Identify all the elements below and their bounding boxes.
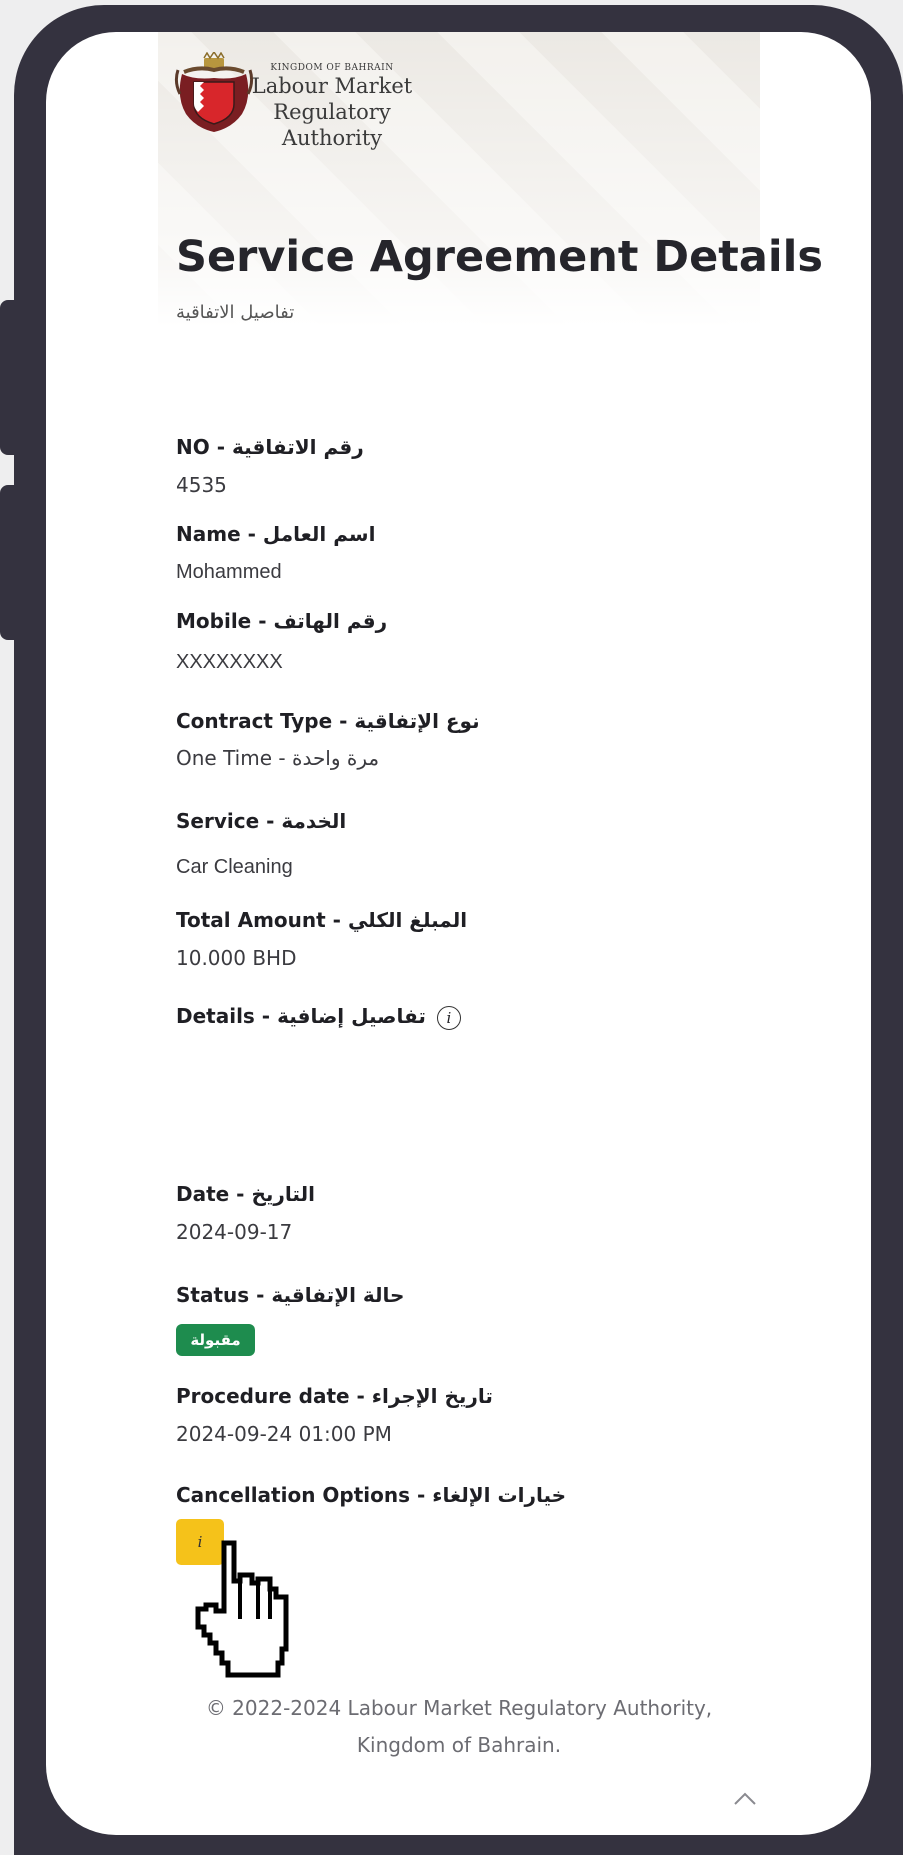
- service-value: Car Cleaning: [176, 856, 293, 878]
- details-label: Details - تفاصيل إضافية: [176, 1004, 426, 1028]
- footer: © 2022-2024 Labour Market Regulatory Aut…: [158, 1690, 760, 1764]
- chevron-up-icon[interactable]: [730, 1784, 760, 1814]
- agreement-no-label: NO - رقم الاتفاقية: [176, 435, 364, 459]
- date-label: Date - التاريخ: [176, 1182, 315, 1206]
- cancellation-options-label: Cancellation Options - خيارات الإلغاء: [176, 1483, 567, 1507]
- name-label: Name - اسم العامل: [176, 522, 376, 546]
- phone-side-button-lower: [0, 485, 18, 640]
- mobile-label: Mobile - رقم الهاتف: [176, 609, 388, 633]
- contract-type-label: Contract Type - نوع الإتفاقية: [176, 709, 480, 733]
- status-badge: مقبولة: [176, 1324, 255, 1356]
- page-title: Service Agreement Details: [176, 232, 823, 282]
- page-subtitle: تفاصيل الاتفاقية: [176, 302, 295, 323]
- phone-screen: KINGDOM OF BAHRAIN Labour Market Regulat…: [46, 32, 871, 1835]
- name-value: Mohammed: [176, 561, 282, 583]
- procedure-date-label: Procedure date - تاريخ الإجراء: [176, 1384, 493, 1408]
- phone-side-button-upper: [0, 300, 18, 455]
- footer-country: Kingdom of Bahrain.: [356, 1733, 562, 1757]
- org-name-line2: Regulatory Authority: [273, 100, 391, 150]
- contract-type-value: One Time - مرة واحدة: [176, 746, 380, 770]
- agreement-no-value: 4535: [176, 473, 227, 497]
- date-value: 2024-09-17: [176, 1220, 293, 1244]
- org-name-line1: Labour Market: [251, 74, 413, 98]
- details-label-row: Details - تفاصيل إضافية i: [176, 1004, 461, 1030]
- total-amount-value: 10.000 BHD: [176, 946, 297, 970]
- procedure-date-value: 2024-09-24 01:00 PM: [176, 1422, 392, 1446]
- org-kingdom: KINGDOM OF BAHRAIN: [270, 63, 394, 73]
- mobile-value: XXXXXXXX: [176, 651, 283, 673]
- hand-pointer-cursor-icon: [195, 1540, 289, 1678]
- footer-copyright: © 2022-2024 Labour Market Regulatory Aut…: [205, 1696, 713, 1720]
- page-content: KINGDOM OF BAHRAIN Labour Market Regulat…: [158, 32, 823, 1835]
- org-name: KINGDOM OF BAHRAIN Labour Market Regulat…: [232, 63, 432, 151]
- status-label: Status - حالة الإتفاقية: [176, 1283, 405, 1307]
- info-circle-icon[interactable]: i: [436, 1005, 461, 1030]
- page-header: KINGDOM OF BAHRAIN Labour Market Regulat…: [158, 32, 823, 327]
- service-label: Service - الخدمة: [176, 809, 347, 833]
- total-amount-label: Total Amount - المبلغ الكلي: [176, 908, 468, 932]
